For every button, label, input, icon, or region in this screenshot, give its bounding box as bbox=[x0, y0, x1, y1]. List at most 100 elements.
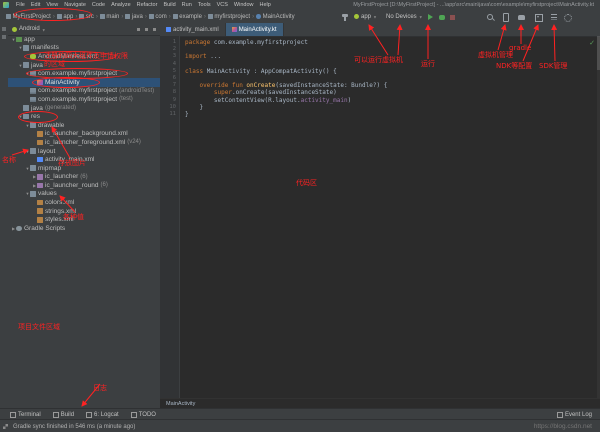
folder-icon bbox=[30, 148, 36, 154]
toolwindow-logcat[interactable]: 6: Logcat bbox=[86, 412, 119, 418]
breadcrumb-item-myfirstproject[interactable]: MyFirstProject bbox=[6, 14, 51, 20]
avd-manager-icon[interactable] bbox=[503, 13, 509, 22]
tree-item-com-example-myfirstproject[interactable]: ▼com.example.myfirstproject bbox=[8, 69, 160, 78]
editor-breadcrumb-item[interactable]: MainActivity bbox=[166, 401, 195, 407]
tree-item-manifests[interactable]: ▼manifests bbox=[8, 44, 160, 53]
line-number: 6 bbox=[160, 75, 179, 82]
breadcrumb-label: app bbox=[63, 14, 73, 20]
android-icon bbox=[354, 14, 359, 19]
project-toolwindow-icon[interactable] bbox=[2, 27, 6, 31]
menu-window[interactable]: Window bbox=[234, 2, 254, 8]
chevron-down-icon[interactable]: ▼ bbox=[42, 27, 46, 32]
line-number: 5 bbox=[160, 68, 179, 75]
gear-icon[interactable] bbox=[564, 14, 572, 22]
menu-navigate[interactable]: Navigate bbox=[64, 2, 86, 8]
editor-gutter[interactable]: 1234567891011 bbox=[160, 36, 180, 399]
sdk-manager-icon[interactable] bbox=[535, 14, 543, 22]
search-icon[interactable] bbox=[487, 14, 493, 20]
breadcrumb-item-myfirstproject[interactable]: myfirstproject bbox=[208, 14, 250, 20]
breadcrumb-item-com[interactable]: com bbox=[149, 14, 167, 20]
breadcrumb-item-mainactivity[interactable]: MainActivity bbox=[256, 14, 295, 20]
breadcrumb-item-example[interactable]: example bbox=[173, 14, 202, 20]
debug-button[interactable] bbox=[439, 15, 445, 20]
tree-item-androidmanifest-xml[interactable]: AndroidManifest.xml bbox=[8, 52, 160, 61]
tree-item-label: values bbox=[38, 190, 57, 197]
toolwindow-todo[interactable]: TODO bbox=[131, 412, 156, 418]
tree-item-mipmap[interactable]: ▼mipmap bbox=[8, 164, 160, 173]
line-number: 11 bbox=[160, 111, 179, 118]
project-view-selector[interactable]: Android bbox=[19, 26, 40, 32]
gradle-sync-icon[interactable] bbox=[518, 15, 525, 20]
breadcrumb-separator: › bbox=[145, 14, 147, 20]
menu-run[interactable]: Run bbox=[182, 2, 192, 8]
tree-item-java[interactable]: java(generated) bbox=[8, 104, 160, 113]
tree-item-activity-main-xml[interactable]: activity_main.xml bbox=[8, 155, 160, 164]
tree-item-suffix: (6) bbox=[100, 182, 107, 188]
breadcrumb-separator: › bbox=[204, 14, 206, 20]
tree-item-colors-xml[interactable]: colors.xml bbox=[8, 198, 160, 207]
tree-item-drawable[interactable]: ▼drawable bbox=[8, 121, 160, 130]
menu-vcs[interactable]: VCS bbox=[217, 2, 228, 8]
panel-settings-icon[interactable] bbox=[153, 28, 156, 31]
folder-icon bbox=[57, 14, 62, 19]
tree-item-java[interactable]: ▼java bbox=[8, 61, 160, 70]
menu-code[interactable]: Code bbox=[92, 2, 105, 8]
kotlin-file-icon bbox=[232, 27, 237, 32]
stop-button[interactable] bbox=[450, 15, 455, 20]
run-config-selector[interactable]: app ▼ bbox=[354, 12, 377, 21]
code-line bbox=[185, 61, 596, 68]
code-line: } bbox=[185, 104, 596, 111]
tree-item-mainactivity[interactable]: MainActivity bbox=[8, 78, 160, 87]
tree-item-layout[interactable]: ▼layout bbox=[8, 147, 160, 156]
breadcrumb-item-java[interactable]: java bbox=[125, 14, 143, 20]
menu-build[interactable]: Build bbox=[163, 2, 175, 8]
tree-item-styles-xml[interactable]: styles.xml bbox=[8, 215, 160, 224]
resource-manager-icon[interactable] bbox=[2, 35, 6, 39]
breadcrumb-separator: › bbox=[75, 14, 77, 20]
menu-analyze[interactable]: Analyze bbox=[111, 2, 131, 8]
tree-item-res[interactable]: ▼res bbox=[8, 112, 160, 121]
menu-file[interactable]: File bbox=[16, 2, 25, 8]
menu-edit[interactable]: Edit bbox=[31, 2, 40, 8]
run-config-label: app bbox=[361, 14, 371, 20]
line-number: 8 bbox=[160, 89, 179, 96]
tab-mainactivity.kt[interactable]: MainActivity.kt bbox=[226, 23, 284, 36]
settings-sliders-icon[interactable] bbox=[551, 14, 557, 20]
device-selector[interactable]: No Devices ▼ bbox=[386, 12, 423, 21]
kotlin-icon bbox=[37, 80, 43, 86]
tree-item-strings-xml[interactable]: strings.xml bbox=[8, 207, 160, 216]
build-hammer-icon[interactable] bbox=[342, 14, 348, 17]
toolwindow-terminal[interactable]: Terminal bbox=[10, 412, 41, 418]
tab-activity_main.xml[interactable]: activity_main.xml bbox=[160, 23, 226, 36]
image-icon bbox=[37, 183, 43, 189]
tree-item-com-example-myfirstproject[interactable]: com.example.myfirstproject(test) bbox=[8, 95, 160, 104]
breadcrumb-item-app[interactable]: app bbox=[57, 14, 74, 20]
toolwindow-buttons: Terminal Build 6: Logcat TODO bbox=[10, 412, 156, 418]
toolwindow-label: Terminal bbox=[18, 412, 41, 418]
toolwindow-build[interactable]: Build bbox=[53, 412, 74, 418]
tree-item-ic-launcher[interactable]: ▶ic_launcher(6) bbox=[8, 173, 160, 182]
menu-help[interactable]: Help bbox=[259, 2, 270, 8]
code-area[interactable]: package com.example.myfirstprojectimport… bbox=[181, 36, 596, 399]
tree-item-gradle-scripts[interactable]: ▶Gradle Scripts bbox=[8, 224, 160, 233]
locate-file-icon[interactable] bbox=[137, 28, 140, 31]
tree-item-com-example-myfirstproject[interactable]: com.example.myfirstproject(androidTest) bbox=[8, 87, 160, 96]
tree-item-values[interactable]: ▼values bbox=[8, 190, 160, 199]
line-number: 3 bbox=[160, 53, 179, 60]
run-button[interactable] bbox=[428, 14, 433, 20]
tree-item-ic-launcher-foreground-xml[interactable]: ic_launcher_foreground.xml(v24) bbox=[8, 138, 160, 147]
menu-tools[interactable]: Tools bbox=[198, 2, 211, 8]
tree-item-app[interactable]: ▼app bbox=[8, 35, 160, 44]
menu-view[interactable]: View bbox=[46, 2, 58, 8]
toolwindow-grid-icon[interactable] bbox=[3, 424, 8, 429]
folder-icon bbox=[208, 14, 213, 19]
menu-refactor[interactable]: Refactor bbox=[137, 2, 158, 8]
breadcrumb-item-src[interactable]: src bbox=[79, 14, 94, 20]
tree-item-ic-launcher-round[interactable]: ▶ic_launcher_round(6) bbox=[8, 181, 160, 190]
breadcrumb-item-main[interactable]: main bbox=[100, 14, 120, 20]
tree-item-ic-launcher-background-xml[interactable]: ic_launcher_background.xml bbox=[8, 130, 160, 139]
editor-breadcrumb[interactable]: MainActivity bbox=[160, 398, 600, 408]
collapse-all-icon[interactable] bbox=[145, 28, 148, 31]
layout-file-icon bbox=[166, 27, 171, 32]
toolwindow-icon bbox=[86, 412, 92, 418]
